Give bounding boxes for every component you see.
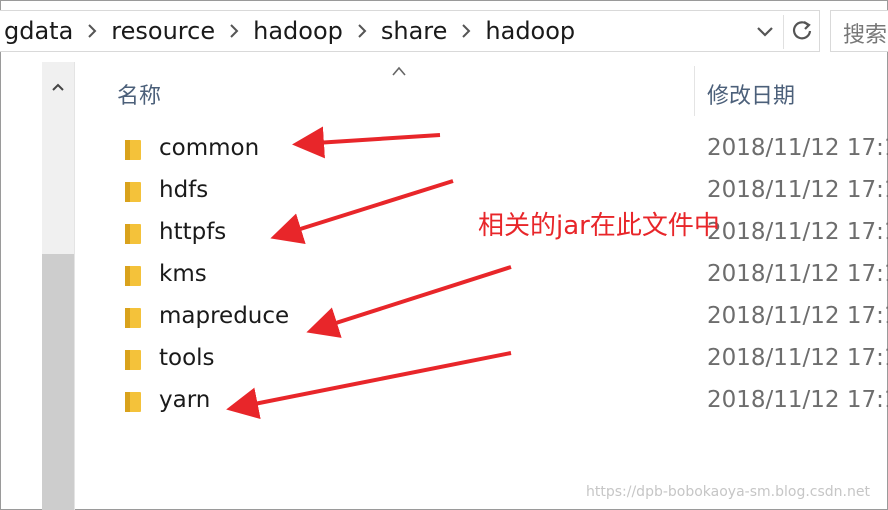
scroll-up-button[interactable] bbox=[42, 70, 74, 102]
refresh-icon bbox=[791, 19, 813, 45]
breadcrumb-item-share[interactable]: share bbox=[377, 17, 452, 45]
file-date-modified: 2018/11/12 17:1 bbox=[707, 387, 888, 413]
annotation-label: 相关的jar在此文件中 bbox=[478, 211, 720, 241]
folder-icon bbox=[123, 306, 143, 330]
column-header-date-modified[interactable]: 修改日期 bbox=[707, 78, 795, 110]
file-name[interactable]: yarn bbox=[159, 387, 210, 413]
file-name[interactable]: httpfs bbox=[159, 219, 226, 245]
search-input[interactable]: 搜索 bbox=[830, 10, 888, 52]
folder-icon bbox=[123, 264, 143, 288]
scroll-up-icon bbox=[51, 77, 65, 96]
column-divider[interactable] bbox=[694, 66, 695, 116]
file-name[interactable]: kms bbox=[159, 261, 207, 287]
refresh-button[interactable] bbox=[787, 17, 817, 47]
folder-icon bbox=[123, 222, 143, 246]
chevron-right-icon[interactable] bbox=[219, 23, 249, 39]
chevron-right-icon[interactable] bbox=[451, 23, 481, 39]
nav-pane-scrollbar[interactable] bbox=[42, 62, 74, 510]
folder-icon bbox=[123, 180, 143, 204]
scroll-thumb[interactable] bbox=[42, 254, 74, 510]
file-row-yarn[interactable]: yarn 2018/11/12 17:1 bbox=[118, 381, 888, 423]
folder-icon bbox=[123, 348, 143, 372]
file-date-modified: 2018/11/12 17:1 bbox=[707, 303, 888, 329]
folder-icon bbox=[123, 138, 143, 162]
file-date-modified: 2018/11/12 17:1 bbox=[707, 261, 888, 287]
file-name[interactable]: common bbox=[159, 135, 259, 161]
breadcrumb-item-gdata[interactable]: gdata bbox=[0, 17, 77, 45]
chevron-right-icon[interactable] bbox=[77, 23, 107, 39]
address-bar[interactable]: gdata resource hadoop share hadoop bbox=[0, 10, 820, 52]
file-date-modified: 2018/11/12 17:1 bbox=[707, 345, 888, 371]
file-name[interactable]: mapreduce bbox=[159, 303, 289, 329]
file-date-modified: 2018/11/12 17:1 bbox=[707, 135, 888, 161]
breadcrumb-item-hadoop[interactable]: hadoop bbox=[249, 17, 347, 45]
column-header-name[interactable]: 名称 bbox=[117, 78, 161, 110]
chevron-down-icon bbox=[756, 23, 774, 42]
file-date-modified: 2018/11/12 17:1 bbox=[707, 219, 888, 245]
file-name[interactable]: hdfs bbox=[159, 177, 208, 203]
address-bar-divider bbox=[783, 15, 784, 49]
breadcrumb-item-hadoop-current[interactable]: hadoop bbox=[481, 17, 579, 45]
file-row-common[interactable]: common 2018/11/12 17:1 bbox=[118, 129, 888, 171]
watermark: https://dpb-bobokaoya-sm.blog.csdn.net bbox=[586, 484, 870, 500]
chevron-right-icon[interactable] bbox=[347, 23, 377, 39]
file-name[interactable]: tools bbox=[159, 345, 215, 371]
sort-ascending-icon bbox=[391, 62, 407, 76]
breadcrumb-item-resource[interactable]: resource bbox=[107, 17, 219, 45]
folder-icon bbox=[123, 390, 143, 414]
file-row-kms[interactable]: kms 2018/11/12 17:1 bbox=[118, 255, 888, 297]
address-history-button[interactable] bbox=[752, 19, 778, 45]
pane-divider[interactable] bbox=[74, 62, 75, 510]
file-row-mapreduce[interactable]: mapreduce 2018/11/12 17:1 bbox=[118, 297, 888, 339]
breadcrumb: gdata resource hadoop share hadoop bbox=[0, 11, 579, 51]
file-row-tools[interactable]: tools 2018/11/12 17:1 bbox=[118, 339, 888, 381]
file-date-modified: 2018/11/12 17:1 bbox=[707, 177, 888, 203]
